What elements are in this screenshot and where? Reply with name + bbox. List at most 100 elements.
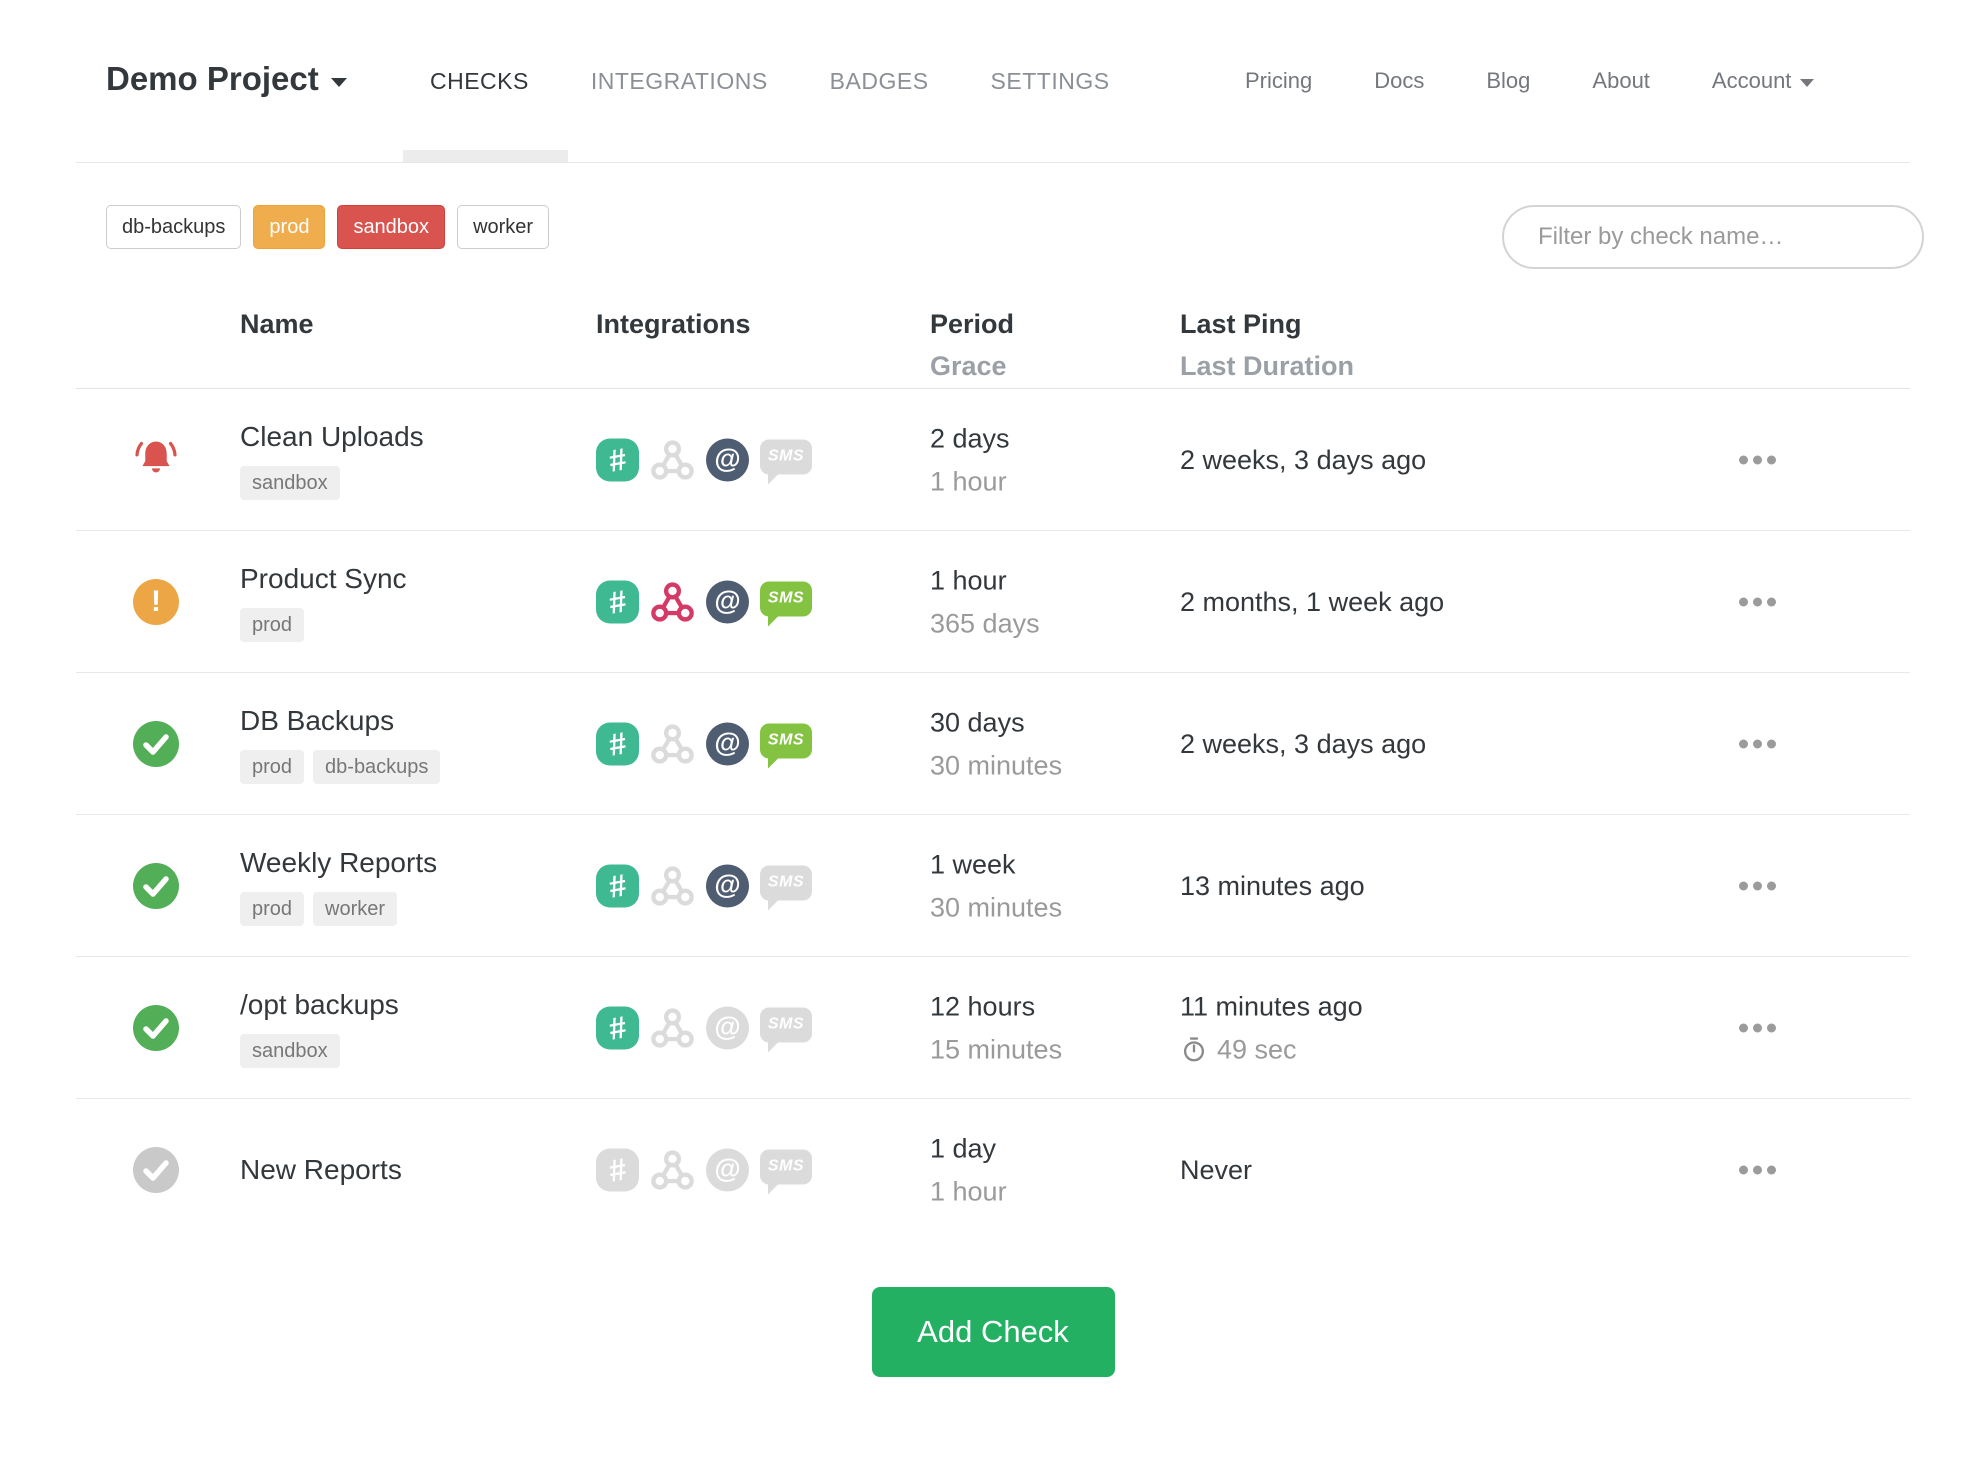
check-name[interactable]: Weekly Reports [240, 846, 437, 880]
grace-value: 365 days [930, 608, 1040, 638]
slack-icon: # [596, 438, 639, 481]
chevron-down-icon [1800, 79, 1815, 87]
check-name-cell[interactable]: Product Sync prod [240, 562, 407, 642]
header-last-duration: Last Duration [1180, 351, 1355, 381]
integration-icons: # @ SMS [596, 1005, 812, 1052]
period-cell: 12 hours 15 minutes [930, 989, 1062, 1066]
sms-bubble-tail [768, 472, 780, 484]
last-ping-cell: 2 weeks, 3 days ago [1180, 727, 1426, 761]
check-tags: prod worker [240, 891, 437, 926]
kebab-dot [1767, 881, 1776, 890]
check-name[interactable]: Product Sync [240, 562, 407, 596]
check-name[interactable]: DB Backups [240, 704, 440, 738]
row-menu-button[interactable] [1733, 875, 1782, 896]
row-menu-button[interactable] [1733, 449, 1782, 470]
status-warning-icon: ! [133, 578, 179, 625]
last-ping-cell: 2 months, 1 week ago [1180, 585, 1444, 619]
check-tag: sandbox [240, 465, 340, 500]
webhook-icon [651, 1007, 694, 1048]
sms-icon: SMS [760, 581, 812, 626]
tag-filter-buttons: db-backups prod sandbox worker [106, 205, 550, 249]
slack-icon: # [596, 1006, 639, 1049]
grace-value: 15 minutes [930, 1034, 1063, 1064]
check-tags: sandbox [240, 1033, 399, 1068]
row-menu-button[interactable] [1733, 1159, 1782, 1180]
period-value: 1 week [930, 849, 1016, 879]
check-name[interactable]: /opt backups [240, 988, 399, 1022]
status-icon [133, 1004, 179, 1051]
project-name: Demo Project [106, 60, 319, 97]
sms-bubble-tail [768, 1040, 780, 1052]
check-name-cell[interactable]: New Reports [240, 1153, 402, 1187]
nav-link-pricing[interactable]: Pricing [1245, 68, 1312, 94]
status-check-icon [133, 1004, 179, 1051]
email-icon: @ [706, 438, 749, 481]
integration-icons: # @ SMS [596, 863, 812, 910]
last-ping-cell: 11 minutes ago 49 sec [1180, 989, 1363, 1066]
tag-filter-db-backups[interactable]: db-backups [106, 205, 242, 249]
checks-table: Name Integrations Period Grace Last Ping… [76, 273, 1910, 1240]
status-check-icon [133, 720, 179, 767]
sms-bubble-tail [768, 1182, 780, 1194]
tab-badges[interactable]: BADGES [830, 68, 929, 95]
tag-filter-prod[interactable]: prod [253, 205, 326, 249]
tab-checks[interactable]: CHECKS [430, 68, 529, 95]
account-menu[interactable]: Account [1712, 68, 1815, 94]
sms-bubble-tail [768, 756, 780, 768]
kebab-dot [1739, 1023, 1748, 1032]
last-ping-value: 2 weeks, 3 days ago [1180, 728, 1427, 759]
check-row: Weekly Reports prod worker # @ SMS 1 week… [76, 815, 1910, 957]
webhook-icon [651, 581, 694, 622]
add-check-button[interactable]: Add Check [871, 1287, 1115, 1377]
check-tags: sandbox [240, 465, 424, 500]
email-icon: @ [706, 1148, 749, 1191]
check-name-cell[interactable]: Weekly Reports prod worker [240, 846, 437, 926]
kebab-dot [1767, 597, 1776, 606]
check-tag: db-backups [313, 749, 441, 784]
row-menu-button[interactable] [1733, 1017, 1782, 1038]
check-tag: prod [240, 607, 305, 642]
check-name-cell[interactable]: /opt backups sandbox [240, 988, 399, 1068]
period-value: 12 hours [930, 991, 1036, 1021]
row-menu-button[interactable] [1733, 591, 1782, 612]
nav-link-docs[interactable]: Docs [1374, 68, 1424, 94]
check-row: /opt backups sandbox # @ SMS 12 hours 15… [76, 957, 1910, 1099]
sms-bubble-tail [768, 614, 780, 626]
sms-icon: SMS [760, 1007, 812, 1052]
kebab-dot [1739, 597, 1748, 606]
check-tags: prod db-backups [240, 749, 441, 784]
site-links: Pricing Docs Blog About Account [1245, 68, 1815, 94]
nav-link-blog[interactable]: Blog [1486, 68, 1530, 94]
top-navbar: Demo Project CHECKS INTEGRATIONS BADGES … [0, 0, 1986, 163]
header-integrations: Integrations [596, 309, 751, 339]
search-input[interactable] [1502, 205, 1924, 269]
tab-settings[interactable]: SETTINGS [991, 68, 1110, 95]
last-ping-value: 11 minutes ago [1180, 991, 1363, 1021]
check-name-cell[interactable]: DB Backups prod db-backups [240, 704, 441, 784]
check-name[interactable]: New Reports [240, 1153, 402, 1187]
account-label: Account [1711, 68, 1792, 93]
tag-filter-sandbox[interactable]: sandbox [337, 205, 446, 249]
tab-integrations[interactable]: INTEGRATIONS [591, 68, 768, 95]
kebab-dot [1753, 881, 1762, 890]
integration-icons: # @ SMS [596, 1147, 812, 1194]
tag-filter-worker[interactable]: worker [457, 205, 550, 249]
check-tag: prod [240, 749, 305, 784]
webhook-icon [651, 723, 694, 764]
email-icon: @ [706, 1006, 749, 1049]
check-row: DB Backups prod db-backups # @ SMS 30 day… [76, 673, 1910, 815]
period-value: 1 day [930, 1133, 997, 1163]
sms-icon: SMS [760, 1149, 812, 1194]
webhook-icon [651, 865, 694, 906]
email-icon: @ [706, 580, 749, 623]
row-menu-button[interactable] [1733, 733, 1782, 754]
slack-icon: # [596, 580, 639, 623]
stopwatch-icon [1183, 1036, 1205, 1061]
check-name-cell[interactable]: Clean Uploads sandbox [240, 420, 424, 500]
check-name[interactable]: Clean Uploads [240, 420, 424, 454]
nav-link-about[interactable]: About [1592, 68, 1650, 94]
webhook-icon [651, 439, 694, 480]
filter-bar: db-backups prod sandbox worker [0, 163, 1986, 273]
project-switcher[interactable]: Demo Project [106, 60, 347, 98]
chevron-down-icon [330, 77, 347, 87]
